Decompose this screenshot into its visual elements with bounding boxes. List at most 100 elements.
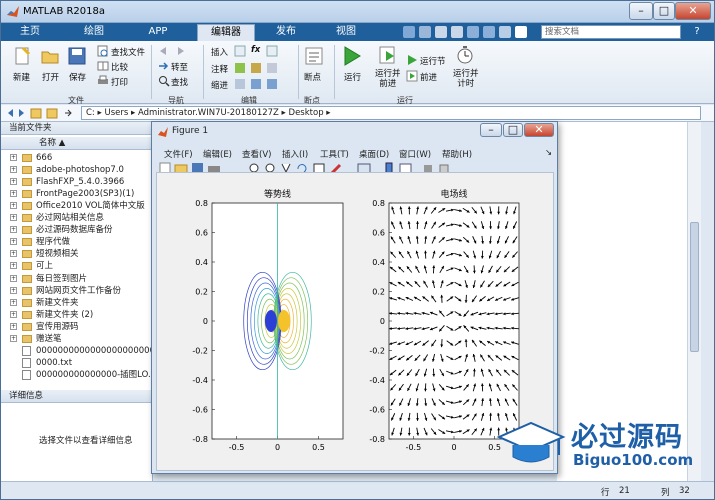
minimize-button[interactable]: – bbox=[629, 2, 653, 20]
quick-switch-icon[interactable] bbox=[499, 26, 511, 38]
menu-edit[interactable]: 编辑(E) bbox=[203, 148, 232, 160]
menu-view[interactable]: 查看(V) bbox=[242, 148, 271, 160]
quick-save-icon[interactable] bbox=[403, 26, 415, 38]
run-time-button[interactable]: 运行并 计时 bbox=[453, 69, 479, 89]
tab-view[interactable]: 视图 bbox=[323, 24, 369, 41]
menu-insert[interactable]: 插入(I) bbox=[282, 148, 308, 160]
tab-plots[interactable]: 绘图 bbox=[71, 24, 117, 41]
insert-button[interactable]: 插入 bbox=[211, 46, 228, 58]
edit-tools-icon[interactable] bbox=[233, 45, 293, 91]
open-button[interactable]: 打开 bbox=[42, 71, 59, 83]
run-advance-icon[interactable] bbox=[378, 45, 398, 65]
run-icon[interactable] bbox=[342, 45, 362, 67]
folder-item[interactable]: + 可上 bbox=[1, 260, 153, 272]
folder-item[interactable]: + 网站网页文件工作备份 bbox=[1, 285, 153, 297]
folder-item[interactable]: + 宣传用源码 bbox=[1, 321, 153, 333]
tab-publish[interactable]: 发布 bbox=[261, 24, 311, 41]
run-button[interactable]: 运行 bbox=[344, 71, 361, 83]
folder-item[interactable]: + 每日签到图片 bbox=[1, 273, 153, 285]
folder-item[interactable]: + FlashFXP_5.4.0.3966 bbox=[1, 176, 153, 188]
menu-dock-arrow[interactable]: ↘ bbox=[545, 148, 552, 158]
breakpoint-icon[interactable] bbox=[304, 46, 324, 66]
run-section-button[interactable]: 运行节 bbox=[420, 55, 446, 67]
tab-home[interactable]: 主页 bbox=[7, 24, 53, 41]
expand-icon[interactable]: + bbox=[10, 178, 17, 186]
expand-icon[interactable]: + bbox=[10, 226, 17, 234]
folder-item[interactable]: + 必过源码数据库备份 bbox=[1, 224, 153, 236]
open-folder-icon[interactable] bbox=[40, 46, 60, 66]
pan-icon[interactable] bbox=[281, 163, 291, 174]
run-advance-button[interactable]: 运行并 前进 bbox=[375, 69, 401, 89]
expand-icon[interactable]: + bbox=[10, 166, 17, 174]
expand-icon[interactable]: + bbox=[10, 154, 17, 161]
quick-help-icon[interactable] bbox=[515, 26, 527, 38]
quick-redo-icon[interactable] bbox=[483, 26, 495, 38]
figure-minimize-button[interactable]: – bbox=[480, 123, 502, 137]
expand-icon[interactable]: + bbox=[10, 286, 17, 294]
expand-icon[interactable]: + bbox=[10, 298, 17, 306]
back-forward-icon[interactable] bbox=[158, 45, 186, 57]
folder-item[interactable]: + adobe-photoshop7.0 bbox=[1, 164, 153, 176]
expand-icon[interactable]: + bbox=[10, 214, 17, 222]
nav-buttons-icon[interactable] bbox=[7, 108, 77, 119]
find-button[interactable]: 查找 bbox=[171, 76, 188, 88]
tab-apps[interactable]: APP bbox=[135, 24, 181, 41]
folder-item[interactable]: + 新建文件夹 bbox=[1, 297, 153, 309]
save-button[interactable]: 保存 bbox=[69, 71, 86, 83]
new-icon[interactable] bbox=[13, 46, 33, 66]
menu-help[interactable]: 帮助(H) bbox=[442, 148, 472, 160]
quick-cut-icon[interactable] bbox=[419, 26, 431, 38]
rotate-icon[interactable] bbox=[297, 164, 307, 173]
folder-item[interactable]: + 赠送笔 bbox=[1, 333, 153, 345]
expand-icon[interactable]: + bbox=[10, 238, 17, 246]
folder-item[interactable]: + 程序代做 bbox=[1, 236, 153, 248]
quick-copy-icon[interactable] bbox=[435, 26, 447, 38]
breakpoint-button[interactable]: 断点 bbox=[304, 71, 321, 83]
search-documentation-input[interactable]: 搜索文档 bbox=[541, 25, 681, 39]
figure-close-button[interactable]: ✕ bbox=[524, 123, 554, 137]
expand-icon[interactable]: + bbox=[10, 202, 17, 210]
folder-item[interactable]: + Office2010 VOL简体中文版 bbox=[1, 200, 153, 212]
figure-maximize-button[interactable]: □ bbox=[503, 123, 523, 137]
menu-desktop[interactable]: 桌面(D) bbox=[359, 148, 389, 160]
current-path-field[interactable]: C: ▸ Users ▸ Administrator.WIN7U-2018012… bbox=[81, 106, 701, 120]
folder-item[interactable]: +666 bbox=[1, 152, 153, 164]
new-button[interactable]: 新建 bbox=[13, 71, 30, 83]
zoom-out-icon[interactable] bbox=[265, 163, 275, 173]
close-button[interactable]: ✕ bbox=[675, 2, 711, 20]
print-button[interactable]: 打印 bbox=[111, 76, 128, 88]
expand-icon[interactable]: + bbox=[10, 262, 17, 270]
goto-button[interactable]: 转至 bbox=[171, 61, 188, 73]
expand-icon[interactable]: + bbox=[10, 322, 17, 330]
help-icon[interactable]: ? bbox=[688, 24, 706, 40]
expand-icon[interactable]: + bbox=[10, 190, 17, 198]
run-time-icon[interactable] bbox=[455, 45, 475, 65]
expand-icon[interactable]: + bbox=[10, 250, 17, 258]
advance-button[interactable]: 前进 bbox=[420, 71, 437, 83]
comment-button[interactable]: 注释 bbox=[211, 63, 228, 75]
file-item[interactable]: 000000000000000-插图LO... bbox=[1, 369, 153, 381]
folder-item[interactable]: + 新建文件夹 (2) bbox=[1, 309, 153, 321]
find-files-button[interactable]: 查找文件 bbox=[111, 46, 145, 58]
quick-paste-icon[interactable] bbox=[451, 26, 463, 38]
file-item[interactable]: 0000000000000000000000 bbox=[1, 345, 153, 357]
name-column-header[interactable]: 名称 ▲ bbox=[1, 137, 153, 150]
menu-window[interactable]: 窗口(W) bbox=[399, 148, 431, 160]
tab-editor[interactable]: 编辑器 bbox=[197, 24, 255, 41]
expand-icon[interactable]: + bbox=[10, 274, 17, 282]
indent-button[interactable]: 缩进 bbox=[211, 79, 228, 91]
maximize-button[interactable]: □ bbox=[653, 2, 675, 20]
expand-icon[interactable]: + bbox=[10, 334, 17, 342]
zoom-in-icon[interactable] bbox=[249, 163, 259, 173]
file-item[interactable]: 0000.txt bbox=[1, 357, 153, 369]
save-icon[interactable] bbox=[67, 46, 87, 66]
quick-undo-icon[interactable] bbox=[467, 26, 479, 38]
compare-button[interactable]: 比较 bbox=[111, 61, 128, 73]
folder-item[interactable]: + 短视频相关 bbox=[1, 248, 153, 260]
folder-item[interactable]: + FrontPage2003(SP3)(1) bbox=[1, 188, 153, 200]
expand-icon[interactable]: + bbox=[10, 310, 17, 318]
folder-item[interactable]: + 必过网站相关信息 bbox=[1, 212, 153, 224]
menu-file[interactable]: 文件(F) bbox=[164, 148, 193, 160]
menu-tools[interactable]: 工具(T) bbox=[320, 148, 349, 160]
item-name: 新建文件夹 bbox=[36, 297, 79, 308]
